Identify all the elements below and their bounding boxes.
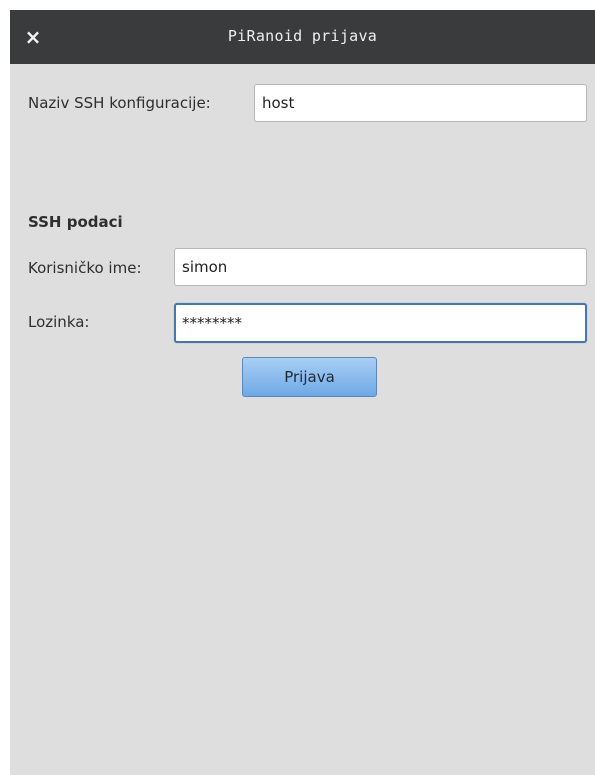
username-label: Korisničko ime: xyxy=(28,259,142,277)
config-name-input[interactable]: host xyxy=(254,84,587,122)
ssh-section-title: SSH podaci xyxy=(28,213,123,231)
password-input[interactable]: ******** xyxy=(174,303,587,343)
login-window: × PiRanoid prijava Naziv SSH konfiguraci… xyxy=(10,10,595,775)
config-name-label: Naziv SSH konfiguracije: xyxy=(28,94,211,112)
title-bar: × PiRanoid prijava xyxy=(10,10,595,64)
window-title: PiRanoid prijava xyxy=(227,27,378,45)
password-label: Lozinka: xyxy=(28,313,90,331)
login-button[interactable]: Prijava xyxy=(242,357,377,397)
username-input[interactable]: simon xyxy=(174,248,587,286)
